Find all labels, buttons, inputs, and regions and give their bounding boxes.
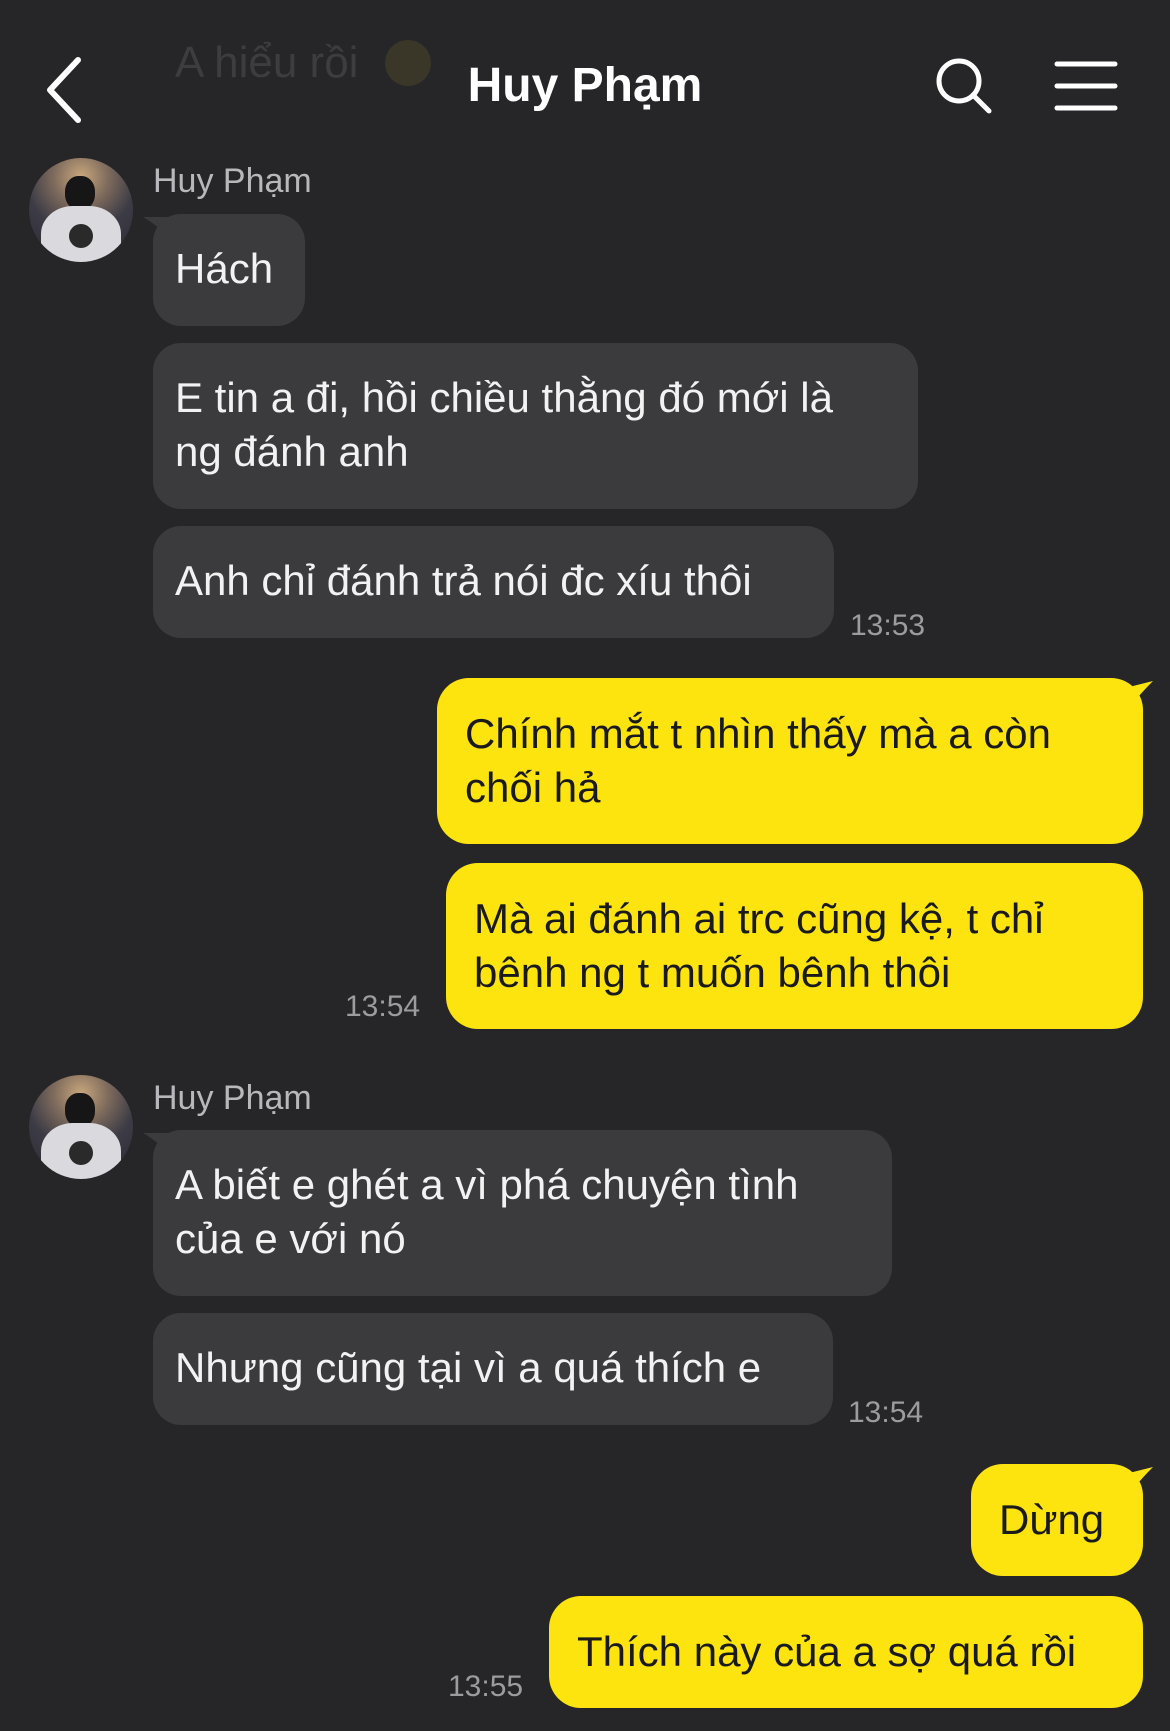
sender-name: Huy Phạm [153,162,312,200]
message-bubble[interactable]: Dừng [971,1464,1143,1576]
message-text: chối hả [465,764,601,811]
timestamp: 13:54 [345,990,421,1023]
message-bubble[interactable]: E tin a đi, hồi chiều thằng đó mới là ng… [153,343,918,509]
avatar[interactable] [29,1075,133,1179]
message-bubble[interactable]: Thích này của a sợ quá rồi [549,1596,1143,1708]
message-text: Anh chỉ đánh trả nói đc xíu thôi [175,557,752,604]
message-text: Mà ai đánh ai trc cũng kệ, t chỉ [474,895,1044,942]
message-bubble[interactable]: A biết e ghét a vì phá chuyện tình của e… [153,1130,892,1296]
search-icon [936,58,992,114]
message-text: Dừng [999,1496,1105,1543]
menu-button[interactable] [1054,58,1118,114]
hamburger-menu-icon [1054,61,1118,111]
message-text: E tin a đi, hồi chiều thằng đó mới là [175,374,833,421]
search-button[interactable] [934,56,994,116]
message-bubble[interactable]: Mà ai đánh ai trc cũng kệ, t chỉ bênh ng… [446,863,1143,1029]
message-text: Nhưng cũng tại vì a quá thích e [175,1344,762,1391]
message-text: Thích này của a sợ quá rồi [577,1628,1077,1675]
message-text: A biết e ghét a vì phá chuyện tình [175,1161,799,1208]
message-text: Chính mắt t nhìn thấy mà a còn [465,710,1051,757]
message-text: ng đánh anh [175,428,409,475]
message-bubble[interactable]: Anh chỉ đánh trả nói đc xíu thôi [153,526,834,638]
message-bubble[interactable]: Hách [153,214,305,326]
message-bubble[interactable]: Chính mắt t nhìn thấy mà a còn chối hả [437,678,1143,844]
message-text: Hách [175,245,274,292]
message-bubble[interactable]: Nhưng cũng tại vì a quá thích e [153,1313,833,1425]
message-text: bênh ng t muốn bênh thôi [474,949,951,996]
sender-name: Huy Phạm [153,1079,312,1117]
chat-title: Huy Phạm [467,59,703,112]
avatar[interactable] [29,158,133,262]
timestamp: 13:53 [850,609,926,642]
message-text: của e với nó [175,1215,406,1262]
timestamp: 13:55 [448,1670,524,1703]
chat-header: A hiểu rồi Huy Phạm [0,0,1170,160]
timestamp: 13:54 [848,1396,924,1429]
